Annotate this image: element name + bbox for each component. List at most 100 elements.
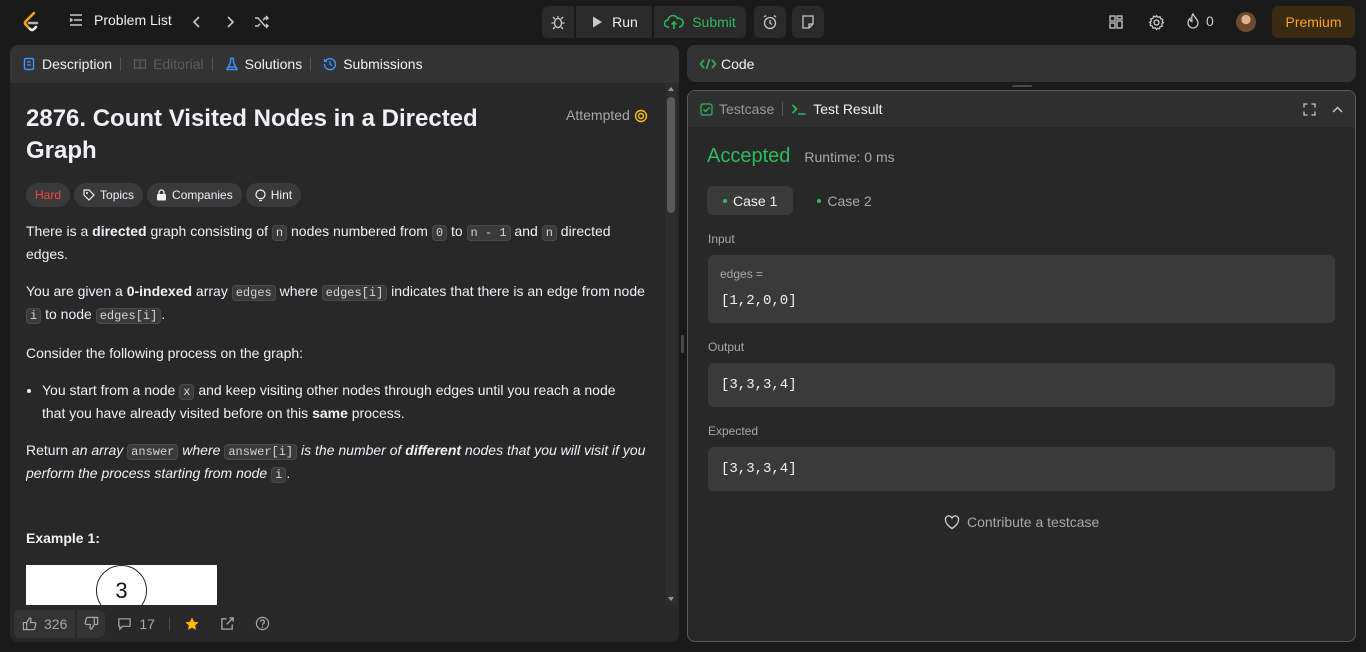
tab-solutions-label: Solutions bbox=[244, 56, 303, 72]
scroll-thumb[interactable] bbox=[667, 97, 675, 213]
bold-text: 0-indexed bbox=[126, 283, 193, 299]
text: . bbox=[161, 306, 166, 322]
share-button[interactable] bbox=[220, 616, 235, 631]
description-scrollbar[interactable] bbox=[665, 83, 677, 605]
play-icon bbox=[593, 16, 603, 28]
timer-button[interactable] bbox=[754, 6, 786, 38]
feedback-button[interactable] bbox=[255, 616, 270, 631]
collapse-button[interactable] bbox=[1323, 95, 1351, 123]
test-result-panel: Testcase Test Result Accepted Runtime: 0… bbox=[687, 90, 1356, 642]
favorite-button[interactable] bbox=[184, 616, 200, 632]
shuffle-icon bbox=[255, 15, 269, 29]
terminal-icon bbox=[792, 104, 806, 115]
difficulty-label: Hard bbox=[35, 187, 62, 202]
inline-code: n bbox=[271, 225, 288, 241]
text: Return bbox=[26, 442, 72, 458]
avatar[interactable] bbox=[1236, 12, 1256, 32]
chevron-left-icon bbox=[192, 16, 200, 28]
layout-grid-icon bbox=[1109, 15, 1123, 29]
case-tab-1-label: Case 1 bbox=[733, 192, 778, 209]
text: indicates that there is an edge from nod… bbox=[387, 283, 645, 299]
like-count: 326 bbox=[44, 615, 68, 632]
maximize-button[interactable] bbox=[1295, 95, 1323, 123]
tab-testcase[interactable]: Testcase bbox=[688, 101, 774, 117]
inline-code: x bbox=[179, 384, 195, 400]
panel-splitter[interactable] bbox=[681, 335, 684, 353]
prev-problem-button[interactable] bbox=[181, 6, 213, 38]
italic-text: where bbox=[178, 442, 225, 458]
case-pass-dot bbox=[723, 198, 727, 203]
topics-chip[interactable]: Topics bbox=[74, 183, 144, 207]
tab-submissions[interactable]: Submissions bbox=[311, 56, 423, 72]
tab-editorial-label: Editorial bbox=[153, 56, 204, 72]
premium-button[interactable]: Premium bbox=[1272, 6, 1355, 38]
input-value: [1,2,0,0] bbox=[721, 293, 797, 309]
cloud-upload-icon bbox=[664, 14, 685, 29]
runtime-label: Runtime: 0 ms bbox=[804, 149, 895, 165]
test-result-tabs: Testcase Test Result bbox=[688, 91, 1355, 127]
topics-label: Topics bbox=[100, 187, 135, 202]
problem-description: 2876. Count Visited Nodes in a Directed … bbox=[26, 83, 652, 611]
case-tab-2[interactable]: Case 2 bbox=[801, 186, 887, 215]
tab-testcase-label: Testcase bbox=[719, 101, 775, 117]
random-problem-button[interactable] bbox=[246, 6, 278, 38]
like-button[interactable]: 326 bbox=[14, 609, 76, 638]
tab-test-result-label: Test Result bbox=[813, 101, 883, 117]
tab-description[interactable]: Description bbox=[10, 56, 112, 72]
tab-test-result[interactable]: Test Result bbox=[783, 101, 883, 117]
tab-code[interactable]: Code bbox=[687, 56, 754, 72]
notes-button[interactable] bbox=[792, 6, 824, 38]
tab-code-label: Code bbox=[721, 55, 755, 72]
graph-node-label: 3 bbox=[115, 578, 128, 603]
problem-title-line1: 2876. Count Visited Nodes in a Directed bbox=[26, 105, 478, 132]
problem-list-button[interactable]: Problem List bbox=[68, 12, 172, 28]
text: nodes numbered from bbox=[287, 223, 432, 239]
comment-icon bbox=[118, 618, 132, 631]
inline-code: answer[i] bbox=[224, 444, 298, 460]
text: You are given a bbox=[26, 283, 127, 299]
run-button[interactable]: Run bbox=[576, 6, 652, 38]
horizontal-splitter[interactable] bbox=[1012, 85, 1032, 87]
comments-button[interactable]: 17 bbox=[117, 616, 155, 632]
text: You start from a node bbox=[42, 382, 180, 398]
case-tab-1[interactable]: Case 1 bbox=[707, 186, 794, 215]
code-panel-header[interactable]: Code bbox=[687, 45, 1356, 82]
streak-counter[interactable]: 0 bbox=[1186, 13, 1214, 29]
tab-editorial[interactable]: Editorial bbox=[121, 56, 204, 72]
thumbs-up-icon bbox=[22, 617, 37, 631]
tab-solutions[interactable]: Solutions bbox=[213, 56, 303, 72]
process-list: You start from a node x and keep visitin… bbox=[26, 380, 626, 424]
note-icon bbox=[802, 15, 814, 29]
layout-button[interactable] bbox=[1100, 6, 1132, 38]
dislike-button[interactable] bbox=[77, 609, 106, 638]
lock-icon bbox=[157, 189, 167, 201]
bold-italic-text: different bbox=[405, 442, 462, 458]
inline-code: edges[i] bbox=[95, 308, 162, 324]
footer-divider bbox=[168, 616, 170, 631]
next-problem-button[interactable] bbox=[214, 6, 246, 38]
inline-code: i bbox=[271, 467, 287, 483]
debug-button[interactable] bbox=[542, 6, 574, 38]
contribute-testcase-button[interactable]: Contribute a testcase bbox=[944, 514, 1099, 530]
description-paragraph: You are given a 0-indexed array edges wh… bbox=[26, 281, 648, 327]
chevron-up-icon bbox=[1331, 105, 1343, 113]
text: graph consisting of bbox=[146, 223, 272, 239]
scroll-down-arrow[interactable] bbox=[668, 597, 674, 601]
case-tab-2-label: Case 2 bbox=[827, 192, 872, 209]
settings-button[interactable] bbox=[1140, 6, 1172, 38]
text: to bbox=[447, 223, 467, 239]
list-icon bbox=[69, 14, 82, 26]
submit-button[interactable]: Submit bbox=[654, 6, 746, 38]
hint-chip[interactable]: Hint bbox=[245, 183, 302, 207]
star-icon bbox=[185, 617, 199, 630]
attempted-icon bbox=[634, 109, 648, 122]
output-box: [3,3,3,4] bbox=[708, 363, 1335, 407]
text: There is a bbox=[26, 223, 93, 239]
inline-code: answer bbox=[127, 444, 179, 460]
bold-text: same bbox=[312, 405, 348, 421]
leetcode-logo[interactable] bbox=[20, 10, 44, 34]
companies-chip[interactable]: Companies bbox=[147, 183, 242, 207]
scroll-up-arrow[interactable] bbox=[668, 87, 674, 91]
description-paragraph: Return an array answer where answer[i] i… bbox=[26, 440, 648, 486]
inline-code: n bbox=[541, 225, 557, 241]
